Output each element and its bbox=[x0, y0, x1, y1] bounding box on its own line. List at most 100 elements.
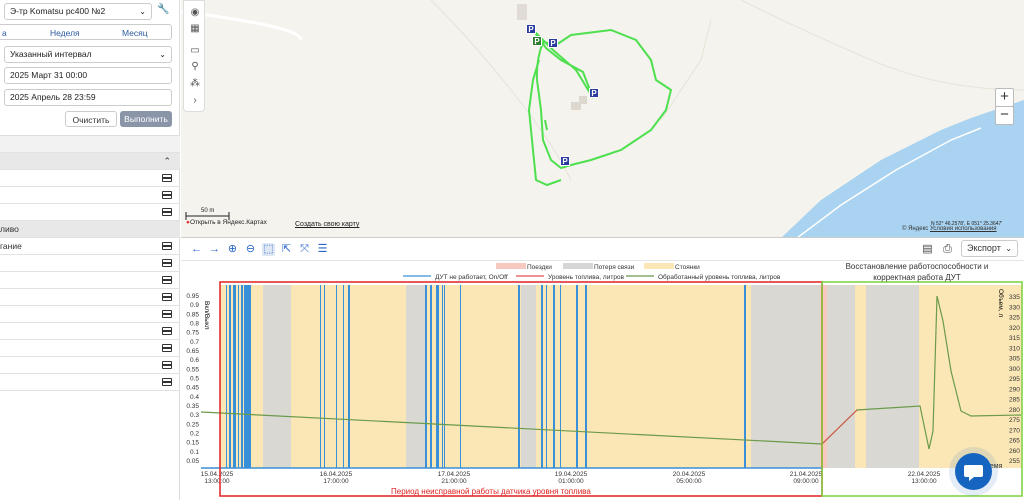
dut-spike bbox=[546, 285, 547, 468]
axis-zoom-icon[interactable]: ⇱ bbox=[280, 243, 293, 256]
create-map-link[interactable]: Создать свою карту bbox=[295, 221, 359, 228]
export-dropdown[interactable]: Экспорт ⌄ bbox=[961, 240, 1018, 257]
y-right-tick-label: 295 bbox=[1009, 376, 1020, 383]
list-icon[interactable]: ☰ bbox=[316, 243, 329, 256]
select-area-icon[interactable]: ⬚ bbox=[262, 243, 275, 256]
dut-spike bbox=[348, 285, 350, 468]
parking-marker[interactable]: P bbox=[589, 88, 599, 98]
y-right-tick-label: 280 bbox=[1009, 407, 1020, 414]
chevron-right-icon[interactable]: › bbox=[189, 95, 201, 107]
y-left-tick-label: 0.45 bbox=[186, 385, 199, 392]
interval-select[interactable]: Указанный интервал ⌄ bbox=[4, 46, 172, 63]
arrow-right-icon[interactable]: → bbox=[208, 243, 221, 256]
table-export-icon[interactable]: ▤ bbox=[921, 243, 934, 256]
parking-marker[interactable]: P bbox=[526, 24, 536, 34]
parking-marker[interactable]: P bbox=[548, 38, 558, 48]
dut-spike bbox=[553, 285, 555, 468]
wrench-icon[interactable]: 🔧 bbox=[157, 4, 171, 18]
track bbox=[535, 28, 673, 170]
track-arrow bbox=[544, 119, 548, 131]
dut-spike bbox=[241, 285, 243, 468]
x-tick-date: 16.04.2025 bbox=[320, 471, 353, 478]
arrow-left-icon[interactable]: ← bbox=[190, 243, 203, 256]
route-icon[interactable]: ⚲ bbox=[189, 61, 201, 73]
dut-spike bbox=[244, 285, 251, 468]
list-row-group[interactable]: ливо bbox=[0, 221, 180, 238]
chevron-up-icon[interactable]: ⌃ bbox=[163, 153, 171, 170]
y-left-tick-label: 0.8 bbox=[190, 321, 199, 328]
parking-marker[interactable]: P bbox=[532, 36, 542, 46]
y-right-tick-label: 330 bbox=[1009, 304, 1020, 311]
table-icon[interactable] bbox=[162, 361, 172, 369]
list-row[interactable] bbox=[0, 255, 180, 272]
chat-icon bbox=[964, 465, 983, 481]
clear-button[interactable]: Очистить bbox=[65, 111, 117, 127]
list-row[interactable] bbox=[0, 170, 180, 187]
dut-spike bbox=[226, 285, 227, 468]
table-icon[interactable] bbox=[162, 174, 172, 182]
zoom-in-button[interactable]: + bbox=[995, 88, 1014, 107]
date-to-value: 2025 Апрель 28 23:59 bbox=[10, 92, 96, 102]
list-row[interactable] bbox=[0, 204, 180, 221]
table-icon[interactable] bbox=[162, 191, 172, 199]
fuel-chart[interactable]: 0.95 0.9 0.85 0.8 0.75 0.7 0.65 0.6 0.55 0.5 0.45 0… bbox=[181, 261, 1024, 500]
tab-week[interactable]: Неделя bbox=[50, 28, 80, 38]
table-icon[interactable] bbox=[162, 242, 172, 250]
lost-connection-band bbox=[521, 285, 536, 468]
list-row-header[interactable] bbox=[0, 136, 180, 153]
fit-icon[interactable]: ⤧ bbox=[298, 243, 311, 256]
map-view[interactable]: 50 m P P P P P ●Открыть в Яндекс.Картах … bbox=[181, 0, 1024, 238]
parking-marker[interactable]: P bbox=[560, 156, 570, 166]
y-right-tick-label: 285 bbox=[1009, 397, 1020, 404]
table-icon[interactable] bbox=[162, 327, 172, 335]
nodes-icon[interactable]: ⁂ bbox=[189, 78, 201, 90]
zoom-in-icon[interactable]: ⊕ bbox=[226, 243, 239, 256]
date-to-field[interactable]: 2025 Апрель 28 23:59 bbox=[4, 89, 172, 106]
ruler-icon[interactable]: ▭ bbox=[189, 45, 201, 57]
zoom-out-button[interactable]: − bbox=[995, 106, 1014, 125]
table-icon[interactable] bbox=[162, 259, 172, 267]
list-row[interactable] bbox=[0, 357, 180, 374]
road bbox=[430, 0, 572, 181]
map-icon[interactable]: ▦ bbox=[189, 23, 201, 35]
table-icon[interactable] bbox=[162, 378, 172, 386]
table-icon[interactable] bbox=[162, 344, 172, 352]
y-left-tick-label: 0.65 bbox=[186, 348, 199, 355]
tab-month[interactable]: Месяц bbox=[122, 28, 148, 38]
y-right-tick-label: 320 bbox=[1009, 325, 1020, 332]
table-icon[interactable] bbox=[162, 208, 172, 216]
y-left-label: Вкл/Выкл bbox=[203, 301, 210, 330]
date-from-field[interactable]: 2025 Март 31 00:00 bbox=[4, 67, 172, 84]
open-yandex-link[interactable]: ●Открыть в Яндекс.Картах bbox=[186, 219, 267, 226]
map-tools: ◉ ▦ ▭ ⚲ ⁂ › bbox=[183, 0, 205, 112]
map-copyright: © Яндекс Условия использования bbox=[902, 226, 997, 232]
eye-icon[interactable]: ◉ bbox=[189, 7, 201, 19]
list-row[interactable] bbox=[0, 272, 180, 289]
recovery-annotation: Восстановление работоспособности и bbox=[846, 262, 989, 271]
print-icon[interactable]: ⎙ bbox=[941, 243, 954, 256]
list-row[interactable] bbox=[0, 187, 180, 204]
list-row[interactable] bbox=[0, 340, 180, 357]
table-icon[interactable] bbox=[162, 293, 172, 301]
tab-day[interactable]: а bbox=[2, 28, 7, 38]
export-label: Экспорт bbox=[967, 243, 1001, 253]
y-right-tick-label: 270 bbox=[1009, 427, 1020, 434]
table-icon[interactable] bbox=[162, 310, 172, 318]
zoom-out-icon[interactable]: ⊖ bbox=[244, 243, 257, 256]
terms-link[interactable]: Условия использования bbox=[930, 226, 997, 232]
run-button[interactable]: Выполнить bbox=[120, 111, 172, 127]
table-icon[interactable] bbox=[162, 276, 172, 284]
y-left-tick-label: 0.2 bbox=[190, 431, 199, 438]
list-row[interactable]: гание bbox=[0, 238, 180, 255]
chat-button[interactable] bbox=[955, 453, 992, 490]
y-left-tick-label: 0.1 bbox=[190, 449, 199, 456]
list-row-group[interactable]: ⌃ bbox=[0, 153, 180, 170]
road bbox=[660, 19, 712, 121]
legend-label: Стоянки bbox=[675, 264, 700, 271]
x-tick-date: 19.04.2025 bbox=[555, 471, 588, 478]
list-row[interactable] bbox=[0, 289, 180, 306]
list-row[interactable] bbox=[0, 323, 180, 340]
list-row[interactable] bbox=[0, 374, 180, 391]
unit-select[interactable]: Э-тр Komatsu pc400 №2 ⌄ bbox=[4, 3, 152, 20]
list-row[interactable] bbox=[0, 306, 180, 323]
